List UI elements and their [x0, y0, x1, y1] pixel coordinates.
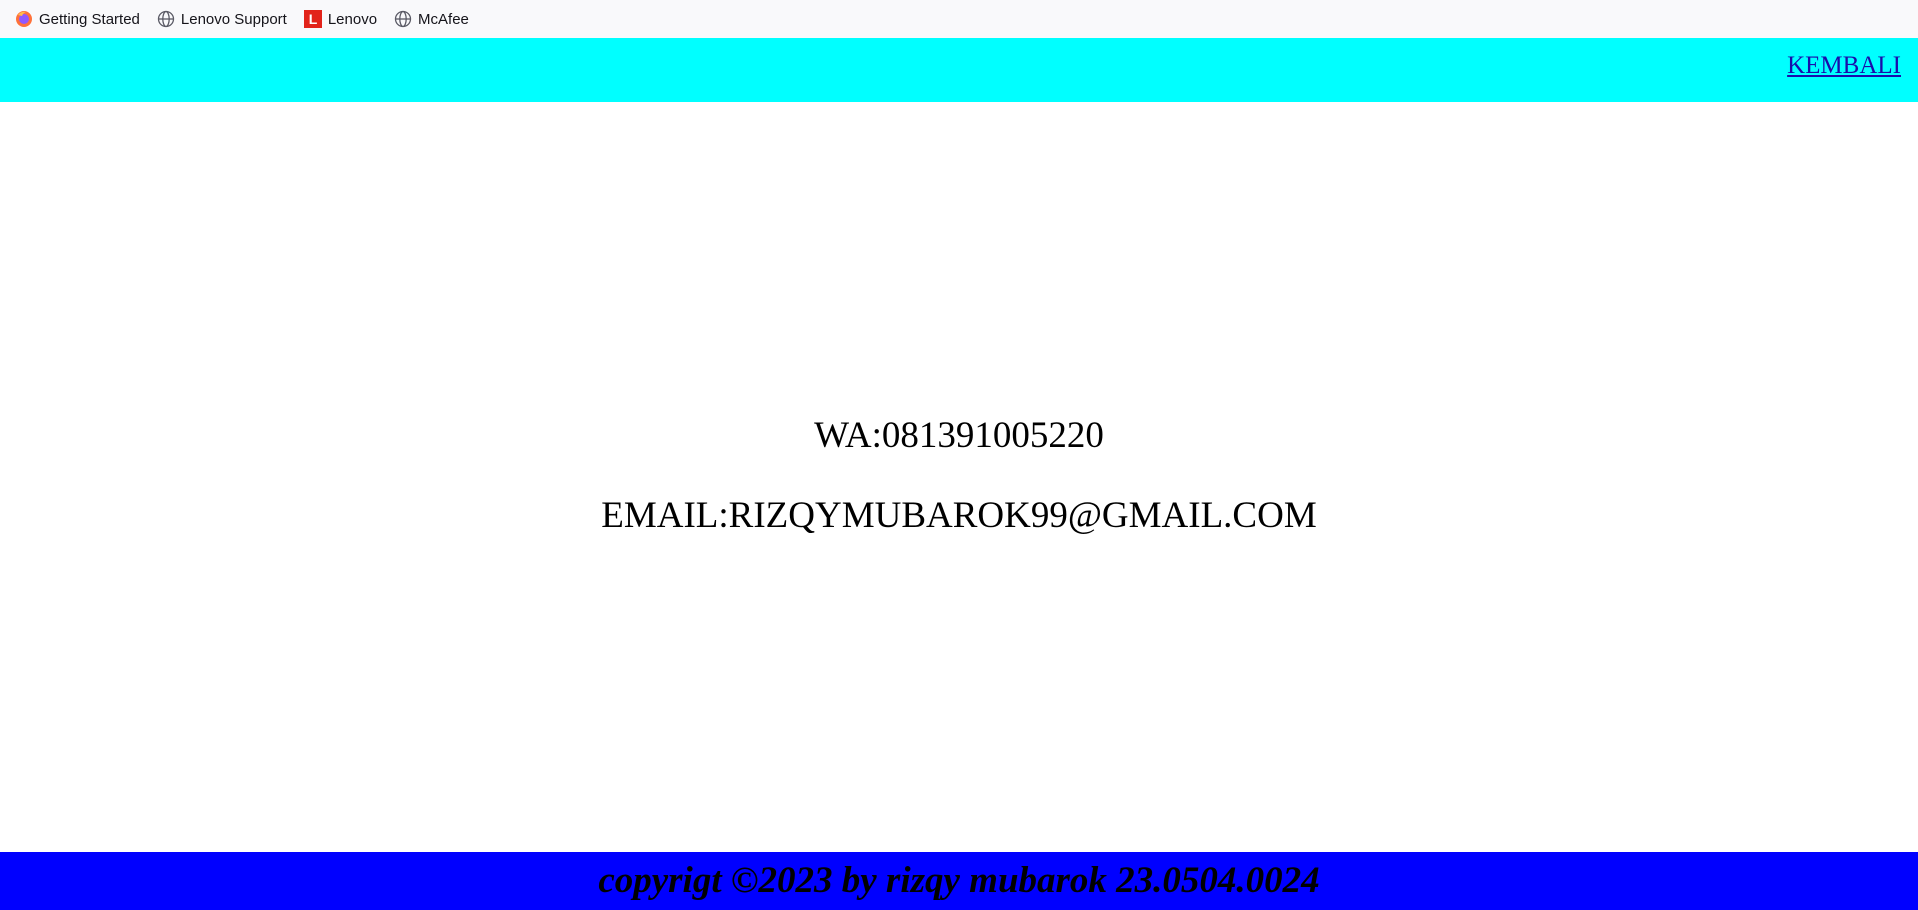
copyright-text: copyrigt ©2023 by rizqy mubarok 23.0504.…: [598, 860, 1320, 901]
bookmark-mcafee[interactable]: McAfee: [393, 9, 469, 29]
bookmarks-toolbar: Getting Started Lenovo Support L Lenovo: [0, 0, 1918, 38]
whatsapp-contact: WA:081391005220: [814, 415, 1104, 456]
lenovo-logo-icon: L: [303, 9, 323, 29]
back-link[interactable]: KEMBALI: [1787, 52, 1901, 80]
svg-text:L: L: [309, 11, 318, 27]
globe-icon: [156, 9, 176, 29]
header-bar: KEMBALI: [0, 38, 1918, 102]
bookmark-label: Getting Started: [39, 10, 140, 28]
bookmark-label: Lenovo Support: [180, 10, 287, 28]
bookmark-lenovo[interactable]: L Lenovo: [303, 9, 377, 29]
bookmark-label: McAfee: [418, 10, 469, 28]
email-contact: EMAIL:RIZQYMUBAROK99@GMAIL.COM: [601, 495, 1317, 536]
firefox-icon: [14, 9, 34, 29]
bookmark-getting-started[interactable]: Getting Started: [14, 9, 140, 29]
bookmark-label: Lenovo: [327, 10, 378, 28]
bookmark-lenovo-support[interactable]: Lenovo Support: [156, 9, 287, 29]
globe-icon: [393, 9, 413, 29]
footer: copyrigt ©2023 by rizqy mubarok 23.0504.…: [0, 852, 1918, 910]
